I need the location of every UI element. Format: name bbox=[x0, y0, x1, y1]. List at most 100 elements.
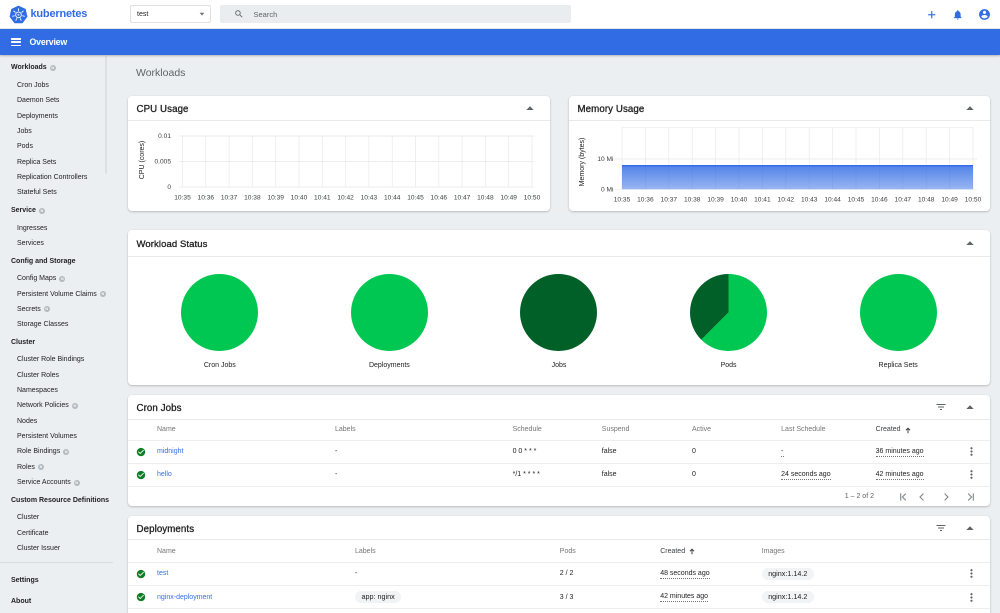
filter-icon[interactable] bbox=[935, 401, 947, 413]
resource-name-link[interactable]: nginx-deployment bbox=[157, 594, 212, 601]
column-header[interactable]: Name bbox=[157, 548, 355, 555]
sidebar-item[interactable]: Daemon Sets bbox=[0, 93, 113, 108]
sidebar-item[interactable]: Deployments bbox=[0, 109, 113, 124]
pie-label: Deployments bbox=[368, 361, 410, 369]
sidebar-item-label: Pods bbox=[17, 143, 33, 151]
resource-name-link[interactable]: test bbox=[157, 570, 168, 577]
row-menu-icon[interactable] bbox=[965, 567, 978, 580]
sidebar-item[interactable]: About bbox=[0, 591, 113, 612]
row-menu-icon[interactable] bbox=[965, 468, 978, 481]
sidebar-section-header[interactable]: Service N bbox=[0, 203, 113, 218]
sidebar-item[interactable]: Jobs bbox=[0, 124, 113, 139]
column-header[interactable]: Pods bbox=[560, 548, 660, 555]
sidebar-item[interactable]: Pods bbox=[0, 139, 113, 154]
sidebar-scrollbar[interactable] bbox=[104, 56, 107, 174]
table-row: test - 2 / 2 48 seconds ago nginx:1.14.2 bbox=[128, 563, 990, 586]
column-header[interactable]: Active bbox=[692, 426, 781, 433]
deployments-pie-chart[interactable] bbox=[350, 273, 428, 351]
sidebar-item[interactable]: Namespaces bbox=[0, 383, 113, 398]
sidebar-item[interactable]: Cluster Issuer bbox=[0, 541, 113, 556]
cell-text: false bbox=[601, 448, 617, 455]
column-header[interactable]: Last Schedule bbox=[781, 426, 876, 433]
x-tick-label: 10:35 bbox=[174, 195, 191, 202]
account-button[interactable] bbox=[971, 0, 997, 29]
y-tick-label: 10 Mi bbox=[597, 156, 614, 163]
sidebar-item[interactable]: Cluster Role Bindings bbox=[0, 352, 113, 367]
menu-icon[interactable] bbox=[11, 38, 21, 46]
filter-icon[interactable] bbox=[935, 522, 947, 534]
resource-name-link[interactable]: midnight bbox=[157, 448, 183, 455]
column-header[interactable]: Labels bbox=[355, 548, 560, 555]
sidebar-item[interactable]: Config Maps N bbox=[0, 271, 113, 286]
sidebar-item[interactable]: Stateful Sets bbox=[0, 185, 113, 200]
sidebar-item[interactable]: Settings bbox=[0, 570, 113, 591]
sidebar-item-label: Services bbox=[17, 240, 44, 247]
sidebar-item[interactable]: Role Bindings N bbox=[0, 444, 113, 459]
collapse-caret-icon[interactable] bbox=[965, 103, 975, 113]
pods-pie-chart[interactable] bbox=[690, 273, 768, 351]
page-bar-title: Overview bbox=[29, 37, 68, 47]
cell-text: */1 * * * * bbox=[512, 471, 540, 478]
collapse-caret-icon[interactable] bbox=[965, 523, 975, 533]
sidebar-item[interactable]: Cluster Roles bbox=[0, 368, 113, 383]
replica-sets-pie-chart[interactable] bbox=[859, 273, 937, 351]
sidebar-section-header[interactable]: Workloads N bbox=[0, 60, 113, 75]
sidebar-item[interactable]: Network Policies N bbox=[0, 398, 113, 413]
x-tick-label: 10:36 bbox=[198, 195, 215, 202]
column-header[interactable]: Suspend bbox=[602, 426, 692, 433]
create-button[interactable] bbox=[919, 0, 945, 29]
sidebar-item[interactable]: Storage Classes bbox=[0, 317, 113, 332]
pie-label: Replica Sets bbox=[878, 361, 918, 369]
column-header[interactable]: Created bbox=[660, 548, 762, 555]
sidebar-item[interactable]: Secrets N bbox=[0, 302, 113, 317]
resource-name-link[interactable]: hello bbox=[157, 471, 172, 478]
cell-last_schedule: - bbox=[781, 447, 876, 457]
column-header[interactable]: Labels bbox=[335, 426, 513, 433]
relative-time: 42 minutes ago bbox=[875, 470, 924, 480]
sidebar-section-header[interactable]: Config and Storage bbox=[0, 253, 113, 268]
deployments-card: Deployments Name Labels Pods Created Images t… bbox=[128, 516, 990, 613]
sidebar-item[interactable]: Persistent Volumes bbox=[0, 429, 113, 444]
last-page-button[interactable] bbox=[958, 489, 982, 505]
column-header-label: Labels bbox=[335, 426, 356, 433]
cell-labels: app: nginx bbox=[355, 590, 560, 604]
search-input[interactable] bbox=[253, 9, 534, 19]
sidebar-section-header[interactable]: Custom Resource Definitions bbox=[0, 493, 113, 508]
sidebar-item[interactable]: Cluster bbox=[0, 510, 113, 525]
column-header[interactable]: Name bbox=[157, 426, 335, 433]
sidebar-item[interactable]: Service Accounts N bbox=[0, 475, 113, 490]
relative-time: 48 seconds ago bbox=[660, 569, 710, 579]
collapse-caret-icon[interactable] bbox=[965, 402, 975, 412]
sidebar-item[interactable]: Roles N bbox=[0, 460, 113, 475]
namespace-select[interactable]: test bbox=[130, 5, 211, 23]
kubernetes-brand[interactable]: kubernetes bbox=[9, 4, 87, 24]
row-menu-icon[interactable] bbox=[965, 591, 978, 604]
column-header[interactable]: Images bbox=[762, 548, 964, 555]
sidebar-item-label: Namespaces bbox=[17, 387, 58, 395]
cron-jobs-pie-chart[interactable] bbox=[181, 273, 259, 351]
sidebar-item[interactable]: Services bbox=[0, 236, 113, 251]
sidebar-section-header[interactable]: Cluster bbox=[0, 335, 113, 350]
sidebar-item[interactable]: Nodes bbox=[0, 414, 113, 429]
sidebar-item[interactable]: Ingresses bbox=[0, 220, 113, 235]
sidebar-item[interactable]: Cron Jobs bbox=[0, 78, 113, 93]
search-bar[interactable] bbox=[220, 5, 571, 23]
next-page-button[interactable] bbox=[934, 489, 958, 505]
first-page-button[interactable] bbox=[892, 489, 916, 505]
column-header-label: Name bbox=[157, 547, 176, 555]
jobs-pie-chart[interactable] bbox=[520, 273, 598, 351]
sidebar-item[interactable]: Certificate bbox=[0, 526, 113, 541]
table-row: hello - */1 * * * * false 0 24 seconds ago 42 … bbox=[128, 464, 990, 487]
collapse-caret-icon[interactable] bbox=[525, 103, 535, 113]
sidebar-item[interactable]: Persistent Volume Claims N bbox=[0, 286, 113, 301]
collapse-caret-icon[interactable] bbox=[965, 238, 975, 248]
account-icon bbox=[978, 9, 990, 20]
row-menu-icon[interactable] bbox=[965, 445, 978, 458]
column-header[interactable]: Created bbox=[876, 426, 964, 433]
notifications-button[interactable] bbox=[945, 0, 971, 29]
sidebar-item[interactable]: Replica Sets bbox=[0, 155, 113, 170]
cell-name: test bbox=[157, 570, 355, 577]
cell-text: false bbox=[601, 471, 617, 478]
sidebar-item[interactable]: Replication Controllers bbox=[0, 170, 113, 185]
column-header[interactable]: Schedule bbox=[513, 426, 602, 433]
